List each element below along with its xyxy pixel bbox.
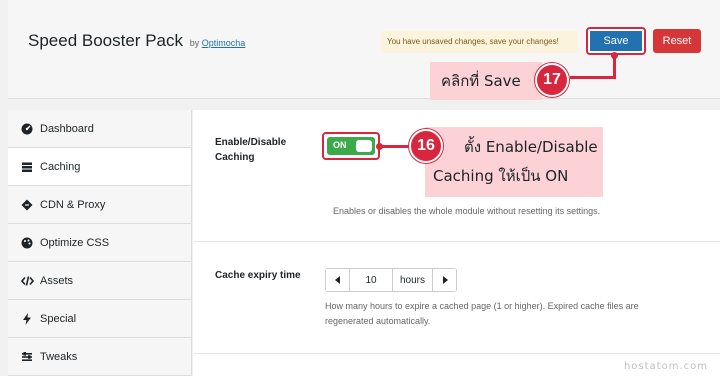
plugin-title: Speed Booster Pack by Optimocha	[28, 31, 245, 51]
page-header: Speed Booster Pack by Optimocha You have…	[8, 0, 720, 99]
sidebar-item-assets[interactable]: Assets	[8, 262, 191, 300]
cache-expiry-row: Cache expiry time	[193, 242, 720, 354]
sidebar-item-special[interactable]: Special	[8, 300, 191, 338]
sidebar-item-label: Dashboard	[40, 122, 94, 135]
callout-16-box: ตั้ง Enable/Disable Caching ให้เป็น ON	[425, 127, 603, 197]
save-button[interactable]: Save	[586, 27, 646, 55]
callout-17-text: คลิกที่ Save	[441, 72, 521, 90]
callout-17-anchor-dot	[611, 52, 618, 59]
step-17-badge: 17	[535, 63, 569, 97]
sidebar-item-optimize-css[interactable]: Optimize CSS	[8, 224, 191, 262]
sidebar-item-label: Caching	[40, 160, 81, 173]
sidebar-item-cdn-proxy[interactable]: CDN & Proxy	[8, 186, 191, 224]
decrement-button[interactable]	[326, 269, 350, 291]
callout-16-anchor-dot	[376, 143, 383, 150]
caching-toggle[interactable]: ON	[322, 132, 380, 160]
sidebar-item-dashboard[interactable]: Dashboard	[8, 110, 191, 148]
by-label: by Optimocha	[190, 38, 246, 48]
sidebar-item-caching[interactable]: Caching	[8, 148, 191, 186]
step-16-badge: 16	[409, 129, 443, 163]
callout-16-line1: ตั้ง Enable/Disable	[464, 138, 598, 156]
sidebar-item-tweaks[interactable]: Tweaks	[8, 338, 191, 376]
caret-right-icon	[442, 276, 448, 284]
server-icon	[20, 160, 34, 174]
palette-icon	[20, 236, 34, 250]
toggle-switch[interactable]: ON	[327, 137, 375, 155]
bolt-icon	[20, 312, 34, 326]
plugin-name: Speed Booster Pack	[28, 31, 183, 50]
unsaved-notice: You have unsaved changes, save your chan…	[381, 31, 578, 53]
caret-left-icon	[334, 276, 340, 284]
watermark: hostatom.com	[623, 361, 708, 372]
cache-expiry-input[interactable]	[350, 269, 392, 291]
sidebar-item-label: Special	[40, 312, 77, 325]
cache-expiry-label: Cache expiry time	[215, 270, 301, 281]
cache-expiry-stepper: hours	[325, 268, 457, 292]
toggle-knob	[356, 140, 372, 152]
author-link[interactable]: Optimocha	[202, 38, 246, 48]
code-icon	[20, 274, 34, 288]
callout-16-line2: Caching ให้เป็น ON	[433, 167, 569, 185]
sidebar-item-label: Tweaks	[40, 350, 78, 363]
cache-expiry-description: How many hours to expire a cached page (…	[325, 301, 639, 326]
callout-17-connector-horizontal	[570, 76, 616, 79]
sidebar-item-label: Optimize CSS	[40, 236, 110, 249]
enable-caching-description: Enables or disables the whole module wit…	[333, 206, 601, 216]
gauge-icon	[20, 122, 34, 136]
sliders-icon	[20, 350, 34, 364]
by-text: by	[189, 38, 200, 48]
toggle-state-text: ON	[333, 140, 347, 150]
increment-button[interactable]	[432, 269, 456, 291]
expiry-unit-label: hours	[392, 269, 432, 291]
callout-17-box: คลิกที่ Save	[430, 62, 542, 100]
settings-sidebar: Dashboard Caching CDN & Proxy Optimize C…	[8, 110, 192, 376]
diamond-icon	[20, 198, 34, 212]
sidebar-item-label: CDN & Proxy	[40, 198, 106, 211]
sidebar-item-label: Assets	[40, 274, 74, 287]
enable-caching-label: Enable/Disable Caching	[215, 137, 287, 163]
reset-button[interactable]: Reset	[653, 29, 701, 53]
